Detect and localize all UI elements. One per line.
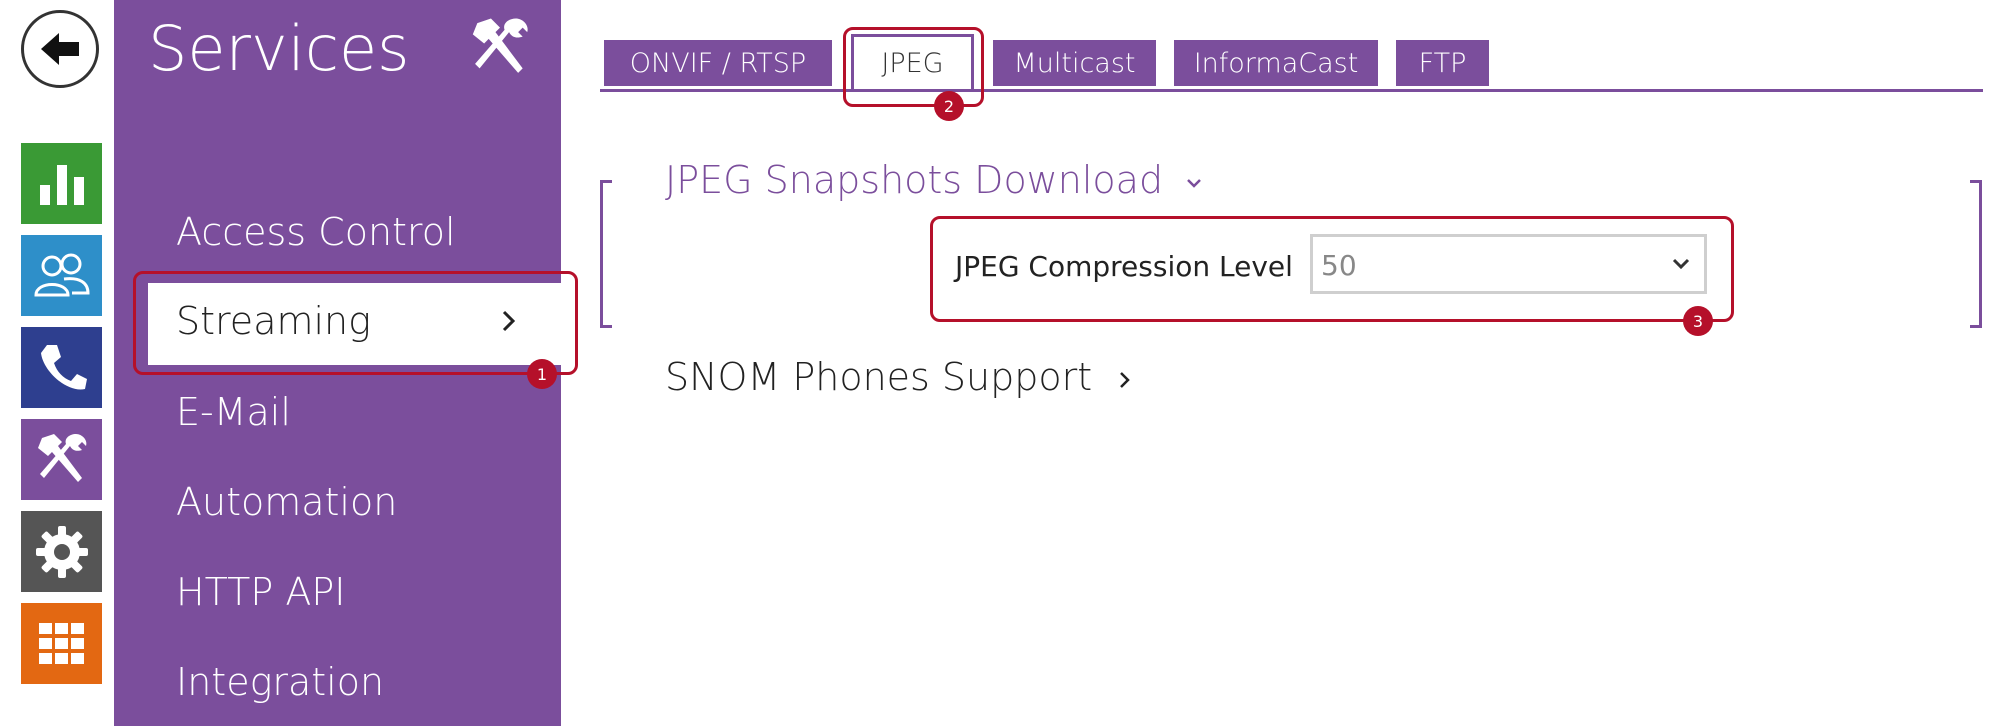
tab-multicast[interactable]: Multicast [993,40,1156,86]
highlight-box-compression [930,216,1734,322]
menu-item-access-control[interactable]: Access Control [176,210,456,254]
tab-onvif-rtsp[interactable]: ONVIF / RTSP [604,40,832,86]
rail-apps-button[interactable] [21,603,102,684]
highlight-box-streaming [133,271,578,375]
back-button[interactable] [21,10,99,88]
rail-services-button[interactable] [21,419,102,500]
menu-item-integration[interactable]: Integration [176,660,384,704]
tab-informacast[interactable]: InformaCast [1174,40,1378,86]
status-chart-icon [39,164,84,205]
left-rail [0,0,114,726]
tab-ftp[interactable]: FTP [1396,40,1489,86]
section-jpeg-snapshots-download[interactable]: JPEG Snapshots Download [665,158,1203,202]
rail-directory-button[interactable] [21,235,102,316]
section-jpeg-snapshots-download-label: JPEG Snapshots Download [665,158,1164,202]
highlight-box-jpeg-tab [843,27,984,107]
chevron-down-icon [1187,178,1202,188]
phone-icon [40,344,87,389]
tab-underline [600,89,1983,92]
rail-status-button[interactable] [21,143,102,224]
section-snom-phones-support-label: SNOM Phones Support [665,355,1093,399]
services-title: Services [148,12,410,85]
section-bracket-right [1970,180,1982,328]
chevron-right-icon [1120,371,1131,388]
badge-1: 1 [527,359,557,389]
back-arrow-icon [41,33,79,65]
section-bracket-left [600,180,612,328]
settings-gear-icon [35,525,88,578]
apps-grid-icon [38,622,84,664]
badge-3: 3 [1683,306,1713,336]
directory-users-icon [33,253,90,296]
rail-phone-button[interactable] [21,327,102,408]
services-header-tools-icon [462,14,538,86]
menu-item-email[interactable]: E-Mail [176,390,291,434]
menu-item-http-api[interactable]: HTTP API [176,570,345,614]
section-snom-phones-support[interactable]: SNOM Phones Support [665,355,1132,399]
menu-item-automation[interactable]: Automation [176,480,397,524]
services-tools-icon [37,433,86,482]
rail-settings-button[interactable] [21,511,102,592]
badge-2: 2 [934,91,964,121]
